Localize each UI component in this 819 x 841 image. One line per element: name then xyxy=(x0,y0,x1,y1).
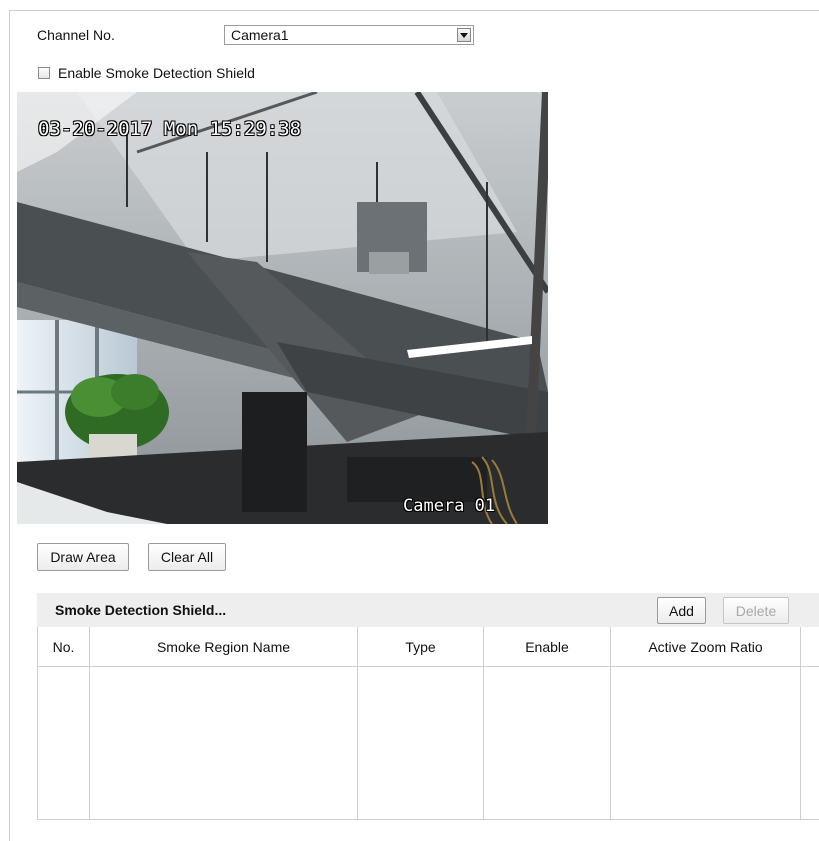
table-column-zoom-ratio xyxy=(611,667,801,819)
channel-select[interactable]: Camera1 xyxy=(224,25,474,45)
column-header-region-name: Smoke Region Name xyxy=(90,627,358,667)
draw-area-button[interactable]: Draw Area xyxy=(37,543,129,571)
shield-table: No. Smoke Region Name Type Enable Active… xyxy=(37,627,819,820)
enable-shield-checkbox[interactable] xyxy=(38,67,50,79)
enable-shield-label: Enable Smoke Detection Shield xyxy=(58,65,255,81)
shield-panel-title: Smoke Detection Shield... xyxy=(55,602,227,618)
add-button[interactable]: Add xyxy=(657,597,706,624)
channel-select-value: Camera1 xyxy=(231,27,289,43)
table-column-region-name xyxy=(90,667,358,819)
timestamp-osd: 03-20-2017 Mon 15:29:38 xyxy=(38,118,302,140)
column-header-no: No. xyxy=(38,627,90,667)
table-column-type xyxy=(358,667,484,819)
table-column-enable xyxy=(484,667,611,819)
live-video-view[interactable]: 03-20-2017 Mon 15:29:38 Camera 01 xyxy=(17,92,548,524)
channel-label: Channel No. xyxy=(37,27,115,43)
clear-all-button[interactable]: Clear All xyxy=(148,543,226,571)
delete-button[interactable]: Delete xyxy=(723,597,789,624)
camera-name-osd: Camera 01 xyxy=(403,496,496,516)
column-header-zoom-ratio: Active Zoom Ratio xyxy=(611,627,801,667)
table-column-no xyxy=(38,667,90,819)
column-header-enable: Enable xyxy=(484,627,611,667)
camera-image xyxy=(17,92,548,524)
column-header-type: Type xyxy=(358,627,484,667)
column-header-extra xyxy=(801,627,819,667)
chevron-down-icon[interactable] xyxy=(457,28,471,42)
